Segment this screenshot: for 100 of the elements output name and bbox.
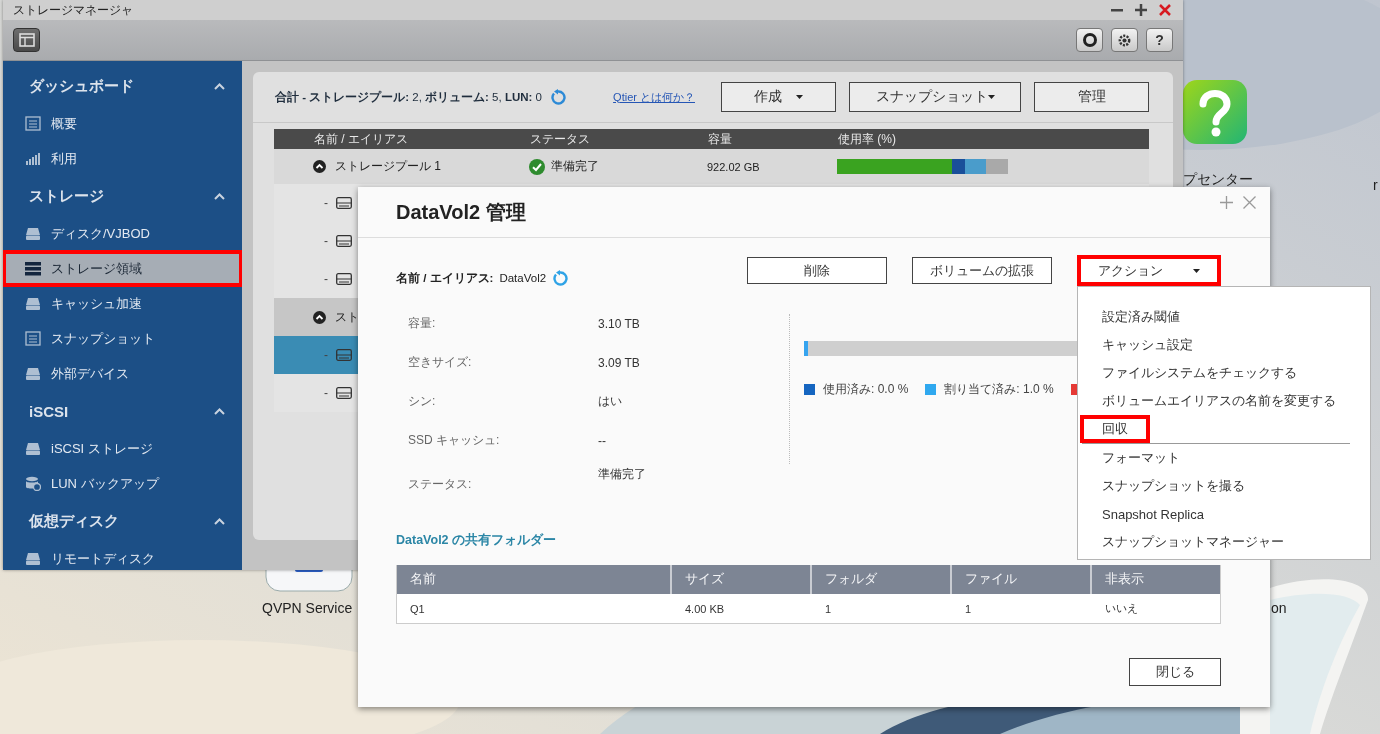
field-value: 3.09 TB [598,355,640,370]
app-icon[interactable] [265,570,353,592]
maximize-icon[interactable] [1220,196,1233,209]
field-value: はい [598,393,622,410]
table-cell-text: Q1 [409,602,426,615]
sidebar-heading[interactable]: ストレージ [29,186,104,206]
sidebar-item[interactable]: 外部デバイス [3,356,242,391]
menu-item[interactable]: スナップショットを撮る [1080,472,1266,500]
sidebar-item[interactable]: 概要 [3,106,242,141]
legend-label: 使用済み: 0.0 % [823,381,909,398]
app-label[interactable]: QVPN Service [262,600,353,616]
pool-name: スト [335,308,359,326]
sidebar-item[interactable]: スナップショット [3,321,242,356]
drive-icon [25,296,41,311]
drive-icon [336,197,352,209]
toolbar-button[interactable]: スナップショット [849,82,1021,112]
field-label: シン: [408,393,437,410]
list-icon [25,116,41,131]
ring-button[interactable] [1076,28,1103,52]
field-value: -- [598,433,606,448]
toolbar-button[interactable]: 管理 [1034,82,1149,112]
app-label[interactable]: プセンター [1183,171,1253,187]
sidebar-item[interactable]: iSCSI ストレージ [3,431,242,466]
database-icon [25,476,41,491]
refresh-icon[interactable] [552,270,569,286]
qtier-link[interactable]: Qtier とは何か？ [613,89,695,105]
field-label: 空きサイズ: [408,354,473,371]
app-label[interactable]: r [1373,177,1378,193]
name-label: 名前 / エイリアス: [396,270,494,286]
refresh-icon[interactable] [549,89,566,105]
collapse-icon[interactable] [313,160,326,173]
collapse-icon[interactable] [313,310,326,324]
dialog-title: DataVol2 管理 [396,199,526,225]
drive-icon [25,366,41,381]
app-label[interactable]: on [1271,600,1287,616]
table-cell-text: いいえ [1104,601,1139,616]
sidebar-item[interactable]: リモートディスク [3,541,242,570]
menu-item[interactable]: スナップショットマネージャー [1080,528,1305,556]
drive-icon [336,349,352,361]
column-header[interactable]: 容量 [708,130,838,148]
drive-icon [336,273,352,285]
chevron-up-icon[interactable] [214,82,225,90]
help-button[interactable]: ? [1146,28,1173,52]
menu-item[interactable]: ボリュームエイリアスの名前を変更する [1080,387,1357,415]
section-title: DataVol2 の共有フォルダー [396,532,557,549]
field-value: 3.10 TB [598,316,640,331]
menu-item[interactable]: Snapshot Replica [1080,500,1225,528]
pool-name: ストレージプール 1 [335,158,441,175]
toolbar-button[interactable]: 作成 [721,82,836,112]
menu-item[interactable]: 回収 [1080,415,1150,443]
tree-dash: - [324,348,328,362]
tree-dash: - [324,196,328,210]
tree-dash: - [324,386,328,400]
status-text: 準備完了 [551,158,599,175]
close-button[interactable]: 閉じる [1129,658,1221,686]
sidebar-item[interactable]: ストレージ領域 [3,251,242,286]
summary-text: 合計 - ストレージプール: 2, ボリューム: 5, LUN: 0 [275,89,542,105]
action-button[interactable]: 削除 [747,257,887,284]
gear-icon [1117,32,1132,48]
menu-item[interactable]: フォーマット [1080,444,1201,472]
list-icon [25,331,41,346]
drive-icon [25,441,41,456]
tree-dash: - [324,234,328,248]
chevron-up-icon[interactable] [214,407,225,415]
sidebar-item[interactable]: キャッシュ加速 [3,286,242,321]
close-icon[interactable] [1243,196,1256,209]
sidebar-item[interactable]: LUN バックアップ [3,466,242,501]
table-cell-text: 4.00 KB [684,602,726,615]
help-center-icon[interactable] [1183,80,1247,144]
maximize-icon[interactable] [1135,4,1147,16]
action-button[interactable]: ボリュームの拡張 [912,257,1052,284]
table-cell-text: 1 [964,602,973,615]
chevron-up-icon[interactable] [214,192,225,200]
settings-button[interactable] [1111,28,1138,52]
sidebar-heading[interactable]: iSCSI [29,402,69,420]
column-header[interactable]: ステータス [530,130,708,148]
sidebar-item[interactable]: ディスク/VJBOD [3,216,242,251]
menu-item[interactable]: ファイルシステムをチェックする [1080,359,1318,387]
panel-icon [18,33,35,47]
stack-icon [25,261,41,276]
bar-chart-icon [25,151,41,166]
column-header[interactable]: 名前 / エイリアス [314,130,530,148]
sidebar-heading[interactable]: 仮想ディスク [29,511,119,531]
sidebar-item[interactable]: 利用 [3,141,242,176]
field-label: 容量: [408,315,437,332]
menu-item[interactable]: キャッシュ設定 [1080,331,1214,359]
drive-icon [336,387,352,399]
sidebar-heading[interactable]: ダッシュボード [29,76,134,96]
table-row[interactable]: ストレージプール 1 準備完了 922.02 GB [274,149,1149,184]
legend-label: 割り当て済み: 1.0 % [944,381,1054,398]
ring-icon [1082,33,1097,47]
menu-item[interactable]: 設定済み閾値 [1080,303,1201,331]
window-title: ストレージマネージャ [13,1,133,19]
capacity-text: 922.02 GB [707,160,761,173]
chevron-up-icon[interactable] [214,517,225,525]
column-header[interactable]: 使用率 (%) [838,130,896,148]
column-header[interactable]: 非表示 [1092,565,1220,594]
close-icon[interactable] [1159,4,1171,16]
action-button[interactable]: アクション [1077,255,1221,286]
panel-toggle-button[interactable] [13,28,40,52]
